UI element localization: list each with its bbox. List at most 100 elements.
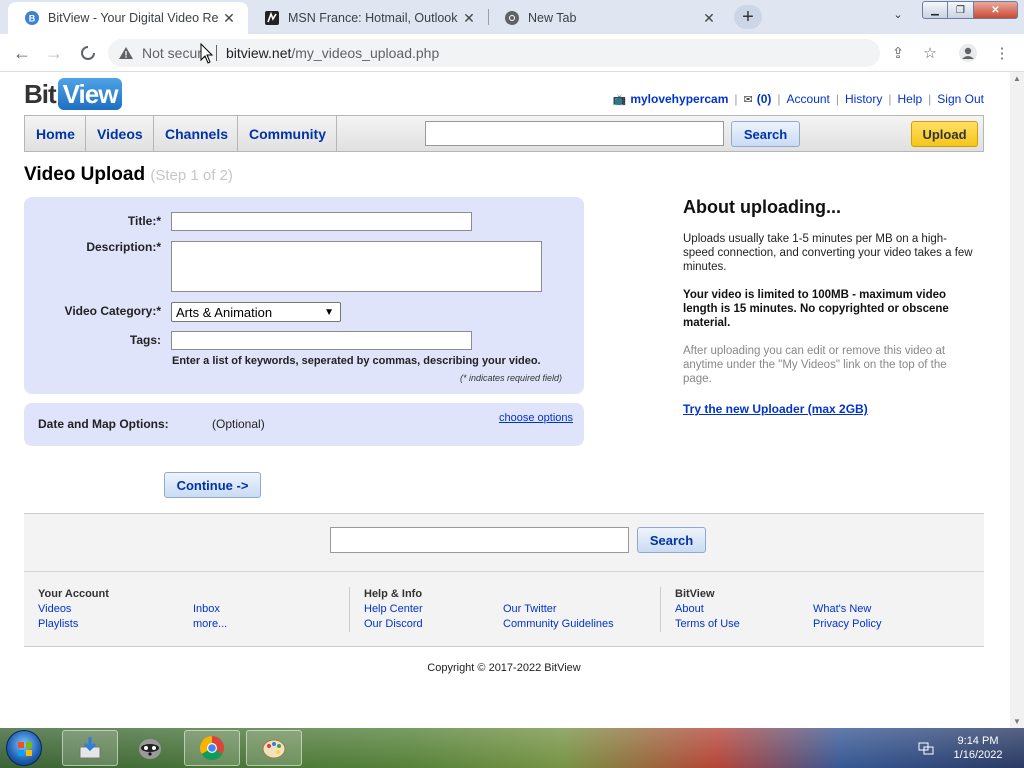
nav-home[interactable]: Home: [25, 116, 86, 151]
footer-link-privacy[interactable]: Privacy Policy: [813, 618, 881, 630]
chrome-icon: [199, 736, 224, 761]
about-paragraph-edit: After uploading you can edit or remove t…: [683, 345, 947, 385]
logo-text-left: Bit: [24, 78, 57, 109]
bitview-logo[interactable]: Bit View: [24, 77, 123, 111]
address-bar[interactable]: Not secure bitview.net/my_videos_upload.…: [108, 39, 880, 67]
continue-button[interactable]: Continue ->: [164, 472, 261, 498]
share-icon[interactable]: ⇪: [888, 43, 908, 63]
footer-column-separator: [660, 587, 661, 632]
close-tab-icon[interactable]: ✕: [698, 10, 720, 27]
taskbar-raccoon-app[interactable]: [122, 730, 178, 766]
footer-link-inbox[interactable]: Inbox: [193, 603, 220, 615]
history-link[interactable]: History: [845, 92, 882, 106]
tab-strip: B BitView - Your Digital Video Repositor…: [0, 0, 1024, 34]
tab-new-tab[interactable]: New Tab ✕: [488, 2, 728, 34]
sign-out-link[interactable]: Sign Out: [937, 92, 984, 106]
footer-link-guidelines[interactable]: Community Guidelines: [503, 618, 614, 630]
category-selected-value: Arts & Animation: [176, 304, 273, 320]
choose-options-link[interactable]: choose options: [499, 412, 573, 424]
warning-triangle-icon[interactable]: [118, 45, 134, 61]
tags-input[interactable]: [171, 331, 472, 350]
stop-loading-icon[interactable]: [76, 41, 100, 65]
about-heading: About uploading...: [683, 197, 841, 217]
title-label: Title:*: [127, 214, 161, 228]
footer-link-twitter[interactable]: Our Twitter: [503, 603, 557, 615]
help-link[interactable]: Help: [897, 92, 922, 106]
scroll-down-arrow-icon[interactable]: ▼: [1013, 717, 1021, 726]
separator: |: [928, 92, 932, 106]
network-icon[interactable]: [918, 740, 934, 756]
close-tab-icon[interactable]: ✕: [218, 10, 240, 27]
browser-toolbar: ← → Not secure bitview.net/my_videos_upl…: [0, 34, 1024, 72]
nav-community[interactable]: Community: [238, 116, 337, 151]
inbox-count-link[interactable]: (0): [757, 92, 772, 106]
footer-search-button[interactable]: Search: [637, 527, 706, 553]
username-link[interactable]: mylovehypercam: [630, 92, 728, 106]
account-link[interactable]: Account: [787, 92, 830, 106]
mouse-cursor-icon: [200, 43, 214, 64]
logo-text-right: View: [57, 78, 123, 110]
restore-button[interactable]: ❐: [948, 1, 974, 19]
date-map-label: Date and Map Options:: [38, 417, 169, 431]
title-input[interactable]: [171, 212, 472, 231]
system-tray: 9:14 PM 1/16/2022: [912, 728, 1024, 768]
footer-search-input[interactable]: [330, 527, 629, 553]
footer-heading-bitview: BitView: [675, 588, 715, 600]
about-uploading-panel: About uploading... Uploads usually take …: [683, 197, 973, 418]
footer-link-about[interactable]: About: [675, 603, 704, 615]
footer-column-separator: [349, 587, 350, 632]
description-textarea[interactable]: [171, 241, 542, 292]
close-tab-icon[interactable]: ✕: [458, 10, 480, 27]
chrome-favicon-icon: [504, 10, 520, 26]
footer-link-more[interactable]: more...: [193, 618, 227, 630]
forward-arrow-icon[interactable]: →: [42, 41, 66, 65]
tab-search-chevron-icon[interactable]: ⌄: [888, 8, 908, 26]
chevron-down-icon: ▼: [324, 306, 334, 318]
upload-button[interactable]: Upload: [911, 121, 978, 147]
footer-link-terms[interactable]: Terms of Use: [675, 618, 740, 630]
footer-link-help-center[interactable]: Help Center: [364, 603, 423, 615]
tab-bitview[interactable]: B BitView - Your Digital Video Repositor…: [8, 2, 248, 34]
about-paragraph-limits: Your video is limited to 100MB - maximum…: [683, 289, 949, 329]
kebab-menu-icon[interactable]: ⋮: [992, 43, 1012, 63]
footer-link-whats-new[interactable]: What's New: [813, 603, 871, 615]
new-uploader-link[interactable]: Try the new Uploader (max 2GB): [683, 402, 868, 416]
nav-videos[interactable]: Videos: [86, 116, 154, 151]
page-title-text: Video Upload: [24, 164, 146, 185]
tab-title: New Tab: [528, 11, 577, 25]
close-window-button[interactable]: ✕: [974, 1, 1018, 19]
profile-avatar-icon[interactable]: [958, 43, 978, 63]
footer-link-playlists[interactable]: Playlists: [38, 618, 78, 630]
taskbar-downloads-app[interactable]: [62, 730, 118, 766]
header-search-input[interactable]: [425, 121, 724, 146]
back-arrow-icon[interactable]: ←: [10, 41, 34, 65]
tags-label: Tags:: [129, 333, 161, 347]
taskbar-paint-app[interactable]: [246, 730, 302, 766]
bookmark-star-icon[interactable]: ☆: [920, 43, 940, 63]
minimize-button[interactable]: ▁: [922, 1, 948, 19]
clock[interactable]: 9:14 PM 1/16/2022: [948, 734, 1008, 762]
taskbar-chrome-app[interactable]: [184, 730, 240, 766]
address-divider: [216, 45, 217, 61]
category-label: Video Category:*: [64, 304, 161, 318]
nav-channels[interactable]: Channels: [154, 116, 238, 151]
separator: |: [734, 92, 738, 106]
header-search-button[interactable]: Search: [731, 121, 800, 147]
url-text[interactable]: bitview.net/my_videos_upload.php: [226, 45, 439, 61]
main-nav-bar: Home Videos Channels Community Search Up…: [24, 115, 984, 152]
footer-heading-help-info: Help & Info: [364, 588, 423, 600]
category-select[interactable]: Arts & Animation ▼: [171, 302, 341, 322]
bitview-favicon-icon: B: [24, 10, 40, 26]
page-scrollbar[interactable]: ▲ ▼: [1010, 72, 1024, 728]
footer-link-discord[interactable]: Our Discord: [364, 618, 423, 630]
date-map-optional: (Optional): [212, 417, 265, 431]
new-tab-button[interactable]: +: [734, 5, 762, 29]
tags-hint: Enter a list of keywords, seperated by c…: [172, 355, 541, 367]
start-button[interactable]: [6, 730, 42, 766]
tab-msn[interactable]: MSN France: Hotmail, Outlook, actualités…: [248, 2, 488, 34]
windows-taskbar: 9:14 PM 1/16/2022: [0, 728, 1024, 768]
mail-envelope-icon[interactable]: ✉: [744, 93, 753, 106]
footer-link-videos[interactable]: Videos: [38, 603, 71, 615]
footer: Search Your Account Videos Playlists Inb…: [24, 513, 984, 647]
scroll-up-arrow-icon[interactable]: ▲: [1013, 74, 1021, 83]
